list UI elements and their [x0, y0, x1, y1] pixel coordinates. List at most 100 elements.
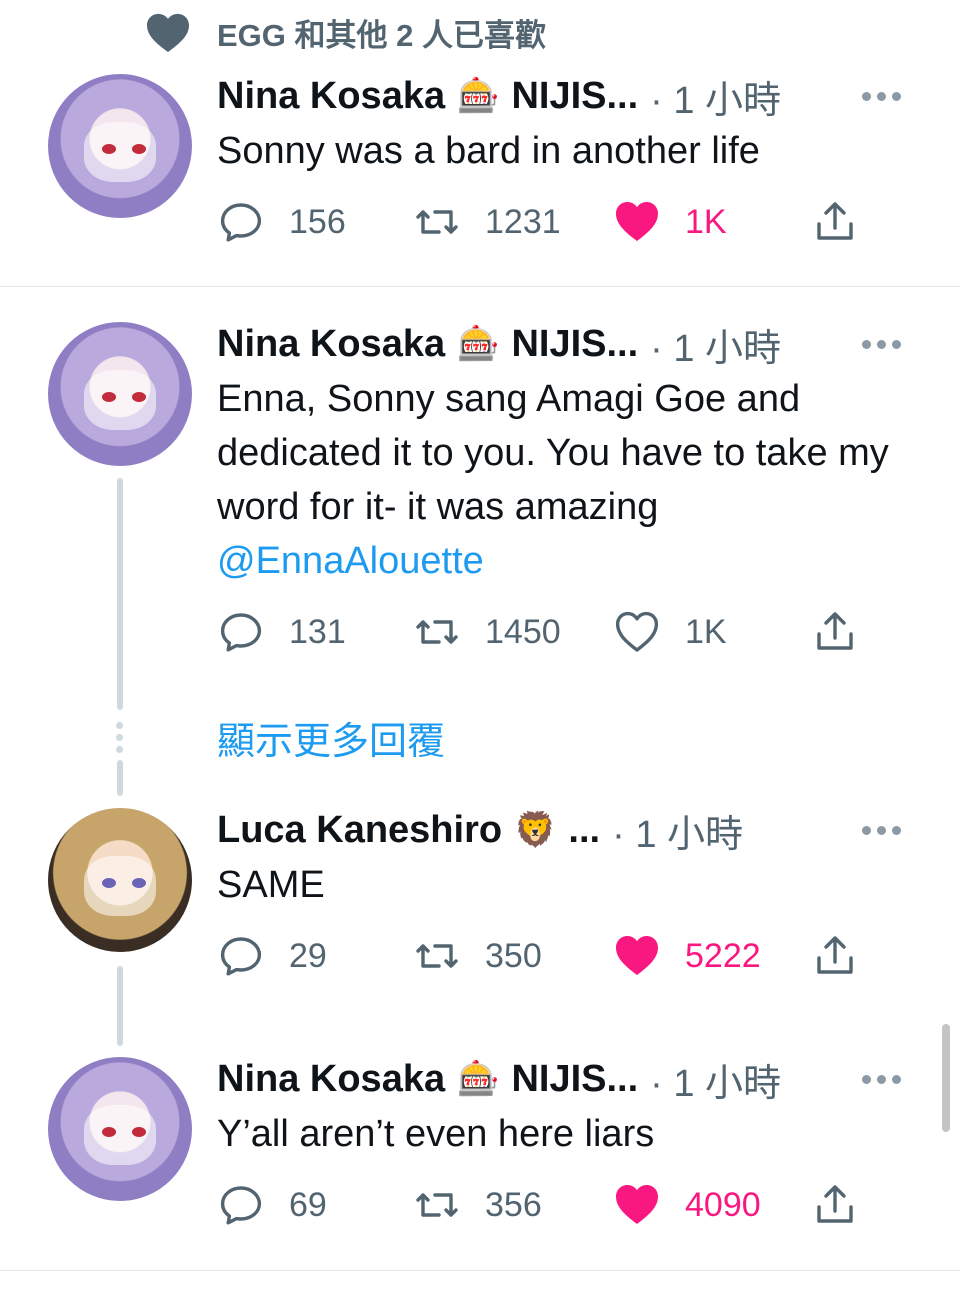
author-name-truncated[interactable]: NIJIS... — [511, 1058, 638, 1101]
author-name[interactable]: Nina Kosaka — [217, 1058, 445, 1101]
retweet-count: 356 — [485, 1185, 542, 1224]
avatar[interactable] — [48, 808, 192, 952]
share-button[interactable] — [811, 1181, 859, 1229]
thread-line — [117, 760, 123, 796]
author-name-truncated[interactable]: NIJIS... — [511, 75, 638, 118]
retweet-icon — [416, 944, 458, 968]
share-icon — [817, 936, 853, 974]
avatar[interactable] — [48, 322, 192, 466]
retweet-icon — [416, 620, 458, 644]
slot-machine-icon: 🎰 — [457, 1060, 500, 1098]
avatar-eye — [132, 392, 146, 402]
like-count: 1K — [685, 202, 727, 241]
tweet-time[interactable]: · 1 小時 — [650, 69, 781, 124]
heart-icon — [147, 13, 189, 53]
lion-icon: 🦁 — [514, 811, 557, 849]
author-name-truncated[interactable]: ... — [568, 809, 600, 852]
tweet-time[interactable]: · 1 小時 — [650, 317, 781, 372]
tweet-text: SAME — [217, 864, 325, 906]
show-more-replies-link[interactable]: 顯示更多回覆 — [217, 710, 445, 765]
author-name[interactable]: Nina Kosaka — [217, 75, 445, 118]
tweet-header: Nina Kosaka 🎰 NIJIS... · 1 小時 — [217, 1055, 960, 1105]
share-button[interactable] — [811, 608, 859, 656]
more-icon[interactable] — [862, 1055, 901, 1103]
tweet-time[interactable]: · 1 小時 — [650, 1052, 781, 1107]
liked-by-text: EGG 和其他 2 人已喜歡 — [217, 17, 546, 53]
heart-icon — [616, 202, 658, 241]
tweet-text: Y’all aren’t even here liars — [217, 1113, 655, 1155]
share-icon — [817, 1185, 853, 1223]
avatar-eye — [102, 392, 116, 402]
like-button[interactable]: 4090 — [613, 1181, 761, 1229]
reply-icon — [220, 1186, 262, 1225]
tweet-actions: 69 356 4090 — [217, 1181, 877, 1229]
avatar-eye — [102, 878, 116, 888]
tweet-time[interactable]: · 1 小時 — [612, 803, 743, 858]
retweet-button[interactable]: 356 — [413, 1181, 542, 1229]
avatar[interactable] — [48, 1057, 192, 1201]
tweet[interactable]: Nina Kosaka 🎰 NIJIS... · 1 小時 Y’all aren… — [0, 1055, 960, 1255]
like-button[interactable]: 1K — [613, 608, 727, 656]
reply-count: 131 — [289, 612, 346, 651]
share-icon — [817, 202, 853, 240]
like-count: 1K — [685, 612, 727, 651]
avatar-eye — [132, 144, 146, 154]
avatar-face — [84, 1105, 156, 1165]
share-button[interactable] — [811, 932, 859, 980]
heart-icon — [616, 936, 658, 975]
mention-link[interactable]: @EnnaAlouette — [217, 540, 484, 582]
tweet-actions: 156 1231 1K — [217, 198, 877, 246]
thread-line — [117, 966, 123, 1046]
reply-count: 29 — [289, 936, 327, 975]
avatar-face — [84, 122, 156, 182]
reply-icon — [220, 937, 262, 976]
tweet-actions: 29 350 5222 — [217, 932, 877, 980]
author-name[interactable]: Nina Kosaka — [217, 323, 445, 366]
share-button[interactable] — [811, 198, 859, 246]
slot-machine-icon: 🎰 — [457, 325, 500, 363]
share-icon — [817, 612, 853, 650]
retweet-count: 1450 — [485, 612, 561, 651]
avatar[interactable] — [48, 74, 192, 218]
heart-outline-icon — [615, 611, 659, 652]
reply-count: 156 — [289, 202, 346, 241]
retweet-button[interactable]: 1450 — [413, 608, 561, 656]
reply-button[interactable]: 156 — [217, 198, 346, 246]
author-name[interactable]: Luca Kaneshiro — [217, 809, 502, 852]
like-count: 5222 — [685, 936, 761, 975]
reply-button[interactable]: 29 — [217, 932, 327, 980]
reply-icon — [220, 613, 262, 652]
more-icon[interactable] — [862, 806, 901, 854]
more-icon[interactable] — [862, 72, 901, 120]
divider — [0, 1270, 960, 1271]
reply-count: 69 — [289, 1185, 327, 1224]
like-button[interactable]: 1K — [613, 198, 727, 246]
tweet-text-content: Enna, Sonny sang Amagi Goe and dedicated… — [217, 378, 889, 528]
reply-button[interactable]: 69 — [217, 1181, 327, 1229]
avatar-eye — [132, 878, 146, 888]
avatar-face — [84, 370, 156, 430]
tweet[interactable]: Nina Kosaka 🎰 NIJIS... · 1 小時 Sonny was … — [0, 72, 960, 282]
like-button[interactable]: 5222 — [613, 932, 761, 980]
scrollbar[interactable] — [942, 1024, 950, 1132]
tweet-header: Nina Kosaka 🎰 NIJIS... · 1 小時 — [217, 320, 960, 370]
avatar-face — [84, 856, 156, 916]
reply-button[interactable]: 131 — [217, 608, 346, 656]
avatar-eye — [102, 144, 116, 154]
retweet-button[interactable]: 1231 — [413, 198, 561, 246]
thread-gap-dots — [116, 722, 123, 753]
retweet-icon — [416, 1193, 458, 1217]
divider — [0, 286, 960, 287]
avatar-eye — [132, 1127, 146, 1137]
avatar-eye — [102, 1127, 116, 1137]
retweet-button[interactable]: 350 — [413, 932, 542, 980]
author-name-truncated[interactable]: NIJIS... — [511, 323, 638, 366]
reply-icon — [220, 203, 262, 242]
tweet[interactable]: Luca Kaneshiro 🦁 ... · 1 小時 SAME 29 350 … — [0, 806, 960, 1006]
more-icon[interactable] — [862, 320, 901, 368]
tweet[interactable]: Nina Kosaka 🎰 NIJIS... · 1 小時 Enna, Sonn… — [0, 320, 960, 660]
liked-by-row[interactable]: EGG 和其他 2 人已喜歡 — [145, 8, 546, 56]
tweet-header: Luca Kaneshiro 🦁 ... · 1 小時 — [217, 806, 960, 856]
tweet-actions: 131 1450 1K — [217, 608, 877, 656]
slot-machine-icon: 🎰 — [457, 77, 500, 115]
